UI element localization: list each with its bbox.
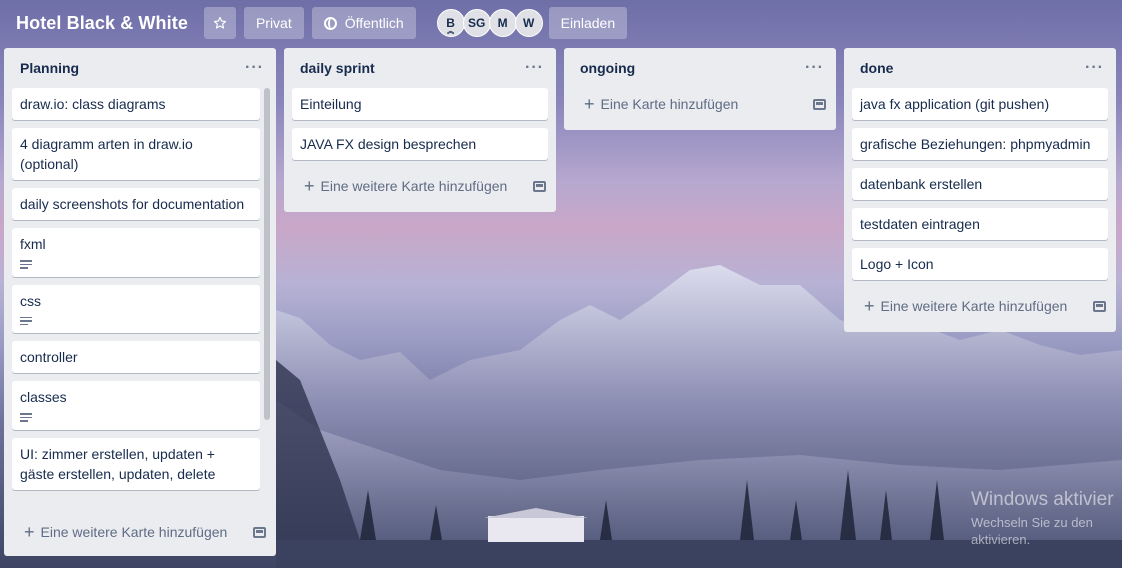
add-card-button[interactable]: + Eine weitere Karte hinzufügen — [844, 288, 1116, 324]
watermark-line-1: Windows aktivier — [971, 489, 1114, 510]
list-header: ongoing ··· — [564, 48, 836, 88]
card[interactable]: fxml — [12, 228, 260, 277]
card-title: Einteilung — [300, 96, 362, 112]
plus-icon: + — [24, 522, 35, 542]
avatar[interactable]: B ︽ — [436, 9, 465, 37]
watermark-line-3: aktivieren. — [971, 532, 1031, 547]
list-ongoing: ongoing ··· + Eine Karte hinzufügen — [564, 48, 836, 130]
avatar-initials: W — [522, 16, 535, 30]
card[interactable]: JAVA FX design besprechen — [292, 128, 548, 160]
list-title[interactable]: ongoing — [580, 60, 635, 76]
list-header: Planning ··· — [4, 48, 276, 88]
board-header: Hotel Black & White Privat Öffentlich B ︽… — [0, 0, 1122, 46]
description-icon — [20, 413, 32, 422]
card[interactable]: java fx application (git pushen) — [852, 88, 1108, 120]
card-title: fxml — [20, 236, 46, 252]
card-title: 4 diagramm arten in draw.io (optional) — [20, 136, 193, 172]
plus-icon: + — [584, 94, 595, 114]
list-title[interactable]: done — [860, 60, 893, 76]
description-icon — [20, 260, 32, 269]
avatar[interactable]: M — [488, 9, 517, 37]
visibility-private-button[interactable]: Privat — [243, 7, 304, 39]
list-daily-sprint: daily sprint ··· Einteilung JAVA FX desi… — [284, 48, 556, 212]
admin-chevron-icon: ︽ — [447, 28, 455, 35]
invite-button[interactable]: Einladen — [548, 7, 628, 39]
card[interactable]: css — [12, 284, 260, 333]
card[interactable]: 4 diagramm arten in draw.io (optional) — [12, 128, 260, 180]
card[interactable]: draw.io: class diagrams — [12, 88, 260, 120]
avatar-initials: M — [497, 16, 508, 30]
description-icon — [20, 316, 32, 325]
star-button[interactable] — [203, 7, 236, 39]
card-template-icon[interactable] — [813, 98, 826, 110]
avatar[interactable]: W — [514, 9, 543, 37]
card[interactable]: daily screenshots for documentation — [12, 188, 260, 220]
card[interactable]: grafische Beziehungen: phpmyadmin — [852, 128, 1108, 160]
card-template-icon[interactable] — [253, 526, 266, 538]
list-header: daily sprint ··· — [284, 48, 556, 88]
list-header: done ··· — [844, 48, 1116, 88]
card-title: draw.io: class diagrams — [20, 96, 166, 112]
card-title: daily screenshots for documentation — [20, 196, 245, 212]
globe-icon — [323, 16, 337, 30]
card-title: controller — [20, 349, 78, 365]
card-title: Logo + Icon — [860, 256, 934, 272]
plus-icon: + — [304, 176, 315, 196]
list-scrollbar[interactable] — [264, 88, 270, 420]
windows-activation-watermark: Windows aktivier Wechseln Sie zu den akt… — [971, 489, 1114, 547]
list-menu-icon[interactable]: ··· — [241, 59, 268, 77]
visibility-public-label: Öffentlich — [344, 15, 404, 31]
board-title[interactable]: Hotel Black & White — [8, 7, 196, 40]
add-card-label: Eine weitere Karte hinzufügen — [40, 524, 228, 540]
list-planning: Planning ··· draw.io: class diagrams 4 d… — [4, 48, 276, 556]
member-avatars: B ︽ SG M W — [436, 9, 543, 37]
card[interactable]: datenbank erstellen — [852, 168, 1108, 200]
list-menu-icon[interactable]: ··· — [801, 59, 828, 77]
list-menu-icon[interactable]: ··· — [1081, 59, 1108, 77]
avatar[interactable]: SG — [462, 9, 491, 37]
card-title: grafische Beziehungen: phpmyadmin — [860, 136, 1091, 152]
visibility-public-button[interactable]: Öffentlich — [311, 7, 416, 39]
card[interactable]: classes — [12, 381, 260, 430]
card-title: UI: zimmer erstellen, updaten + gäste er… — [20, 445, 216, 482]
watermark-line-2: Wechseln Sie zu den — [971, 515, 1093, 530]
add-card-label: Eine Karte hinzufügen — [600, 96, 739, 112]
card[interactable]: Einteilung — [292, 88, 548, 120]
add-card-label: Eine weitere Karte hinzufügen — [880, 298, 1068, 314]
add-card-button[interactable]: + Eine weitere Karte hinzufügen — [284, 168, 556, 204]
card[interactable]: Logo + Icon — [852, 248, 1108, 280]
plus-icon: + — [864, 296, 875, 316]
card-list: draw.io: class diagrams 4 diagramm arten… — [4, 88, 276, 508]
list-title[interactable]: daily sprint — [300, 60, 375, 76]
card-template-icon[interactable] — [533, 180, 546, 192]
card-title: JAVA FX design besprechen — [300, 136, 477, 152]
card-title: datenbank erstellen — [860, 176, 983, 192]
card-template-icon[interactable] — [1093, 300, 1106, 312]
list-menu-icon[interactable]: ··· — [521, 59, 548, 77]
card-title: classes — [20, 389, 67, 405]
card-list: Einteilung JAVA FX design besprechen — [284, 88, 556, 160]
list-done: done ··· java fx application (git pushen… — [844, 48, 1116, 332]
add-card-button[interactable]: + Eine Karte hinzufügen — [564, 86, 836, 122]
card-list: java fx application (git pushen) grafisc… — [844, 88, 1116, 280]
star-icon — [213, 16, 227, 29]
list-title[interactable]: Planning — [20, 60, 79, 76]
card-title: testdaten eintragen — [860, 216, 980, 232]
add-card-label: Eine weitere Karte hinzufügen — [320, 178, 508, 194]
card[interactable]: controller — [12, 341, 260, 373]
card[interactable]: testdaten eintragen — [852, 208, 1108, 240]
avatar-initials: SG — [467, 16, 486, 30]
add-card-button[interactable]: + Eine weitere Karte hinzufügen — [4, 514, 276, 550]
card-title: java fx application (git pushen) — [860, 96, 1050, 112]
card-title: css — [20, 292, 41, 309]
card[interactable]: UI: zimmer erstellen, updaten + gäste er… — [12, 437, 260, 490]
